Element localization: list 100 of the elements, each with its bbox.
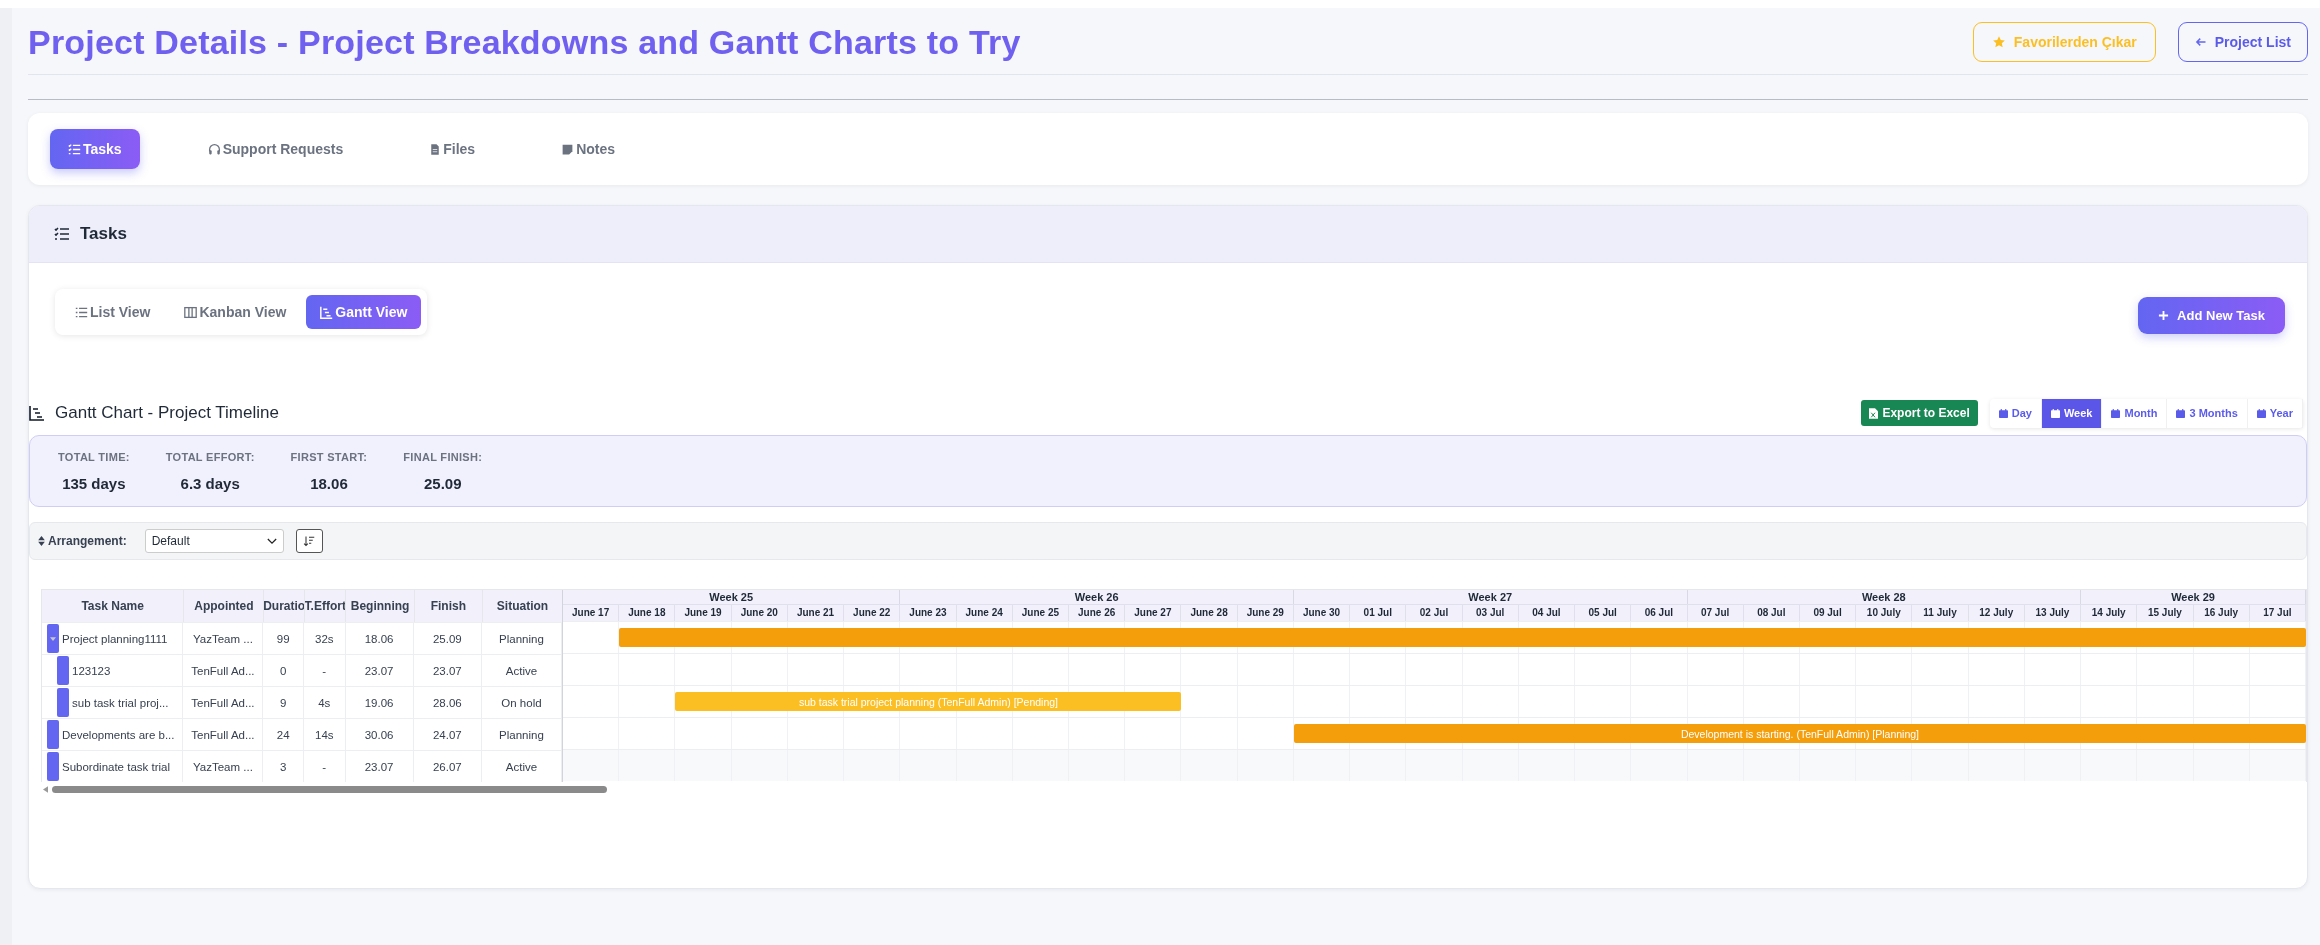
view-tab[interactable]: List View [61, 295, 165, 329]
day-header: June 17 [563, 605, 620, 621]
stat-label: FIRST START: [290, 450, 368, 463]
sort-arrows-icon [38, 536, 45, 546]
scale-tab[interactable]: Day [1989, 398, 2042, 428]
day-header: 15 July [2137, 605, 2194, 621]
plus-icon [2158, 310, 2170, 321]
drag-handle[interactable] [47, 624, 59, 653]
view-tab[interactable]: Kanban View [170, 295, 301, 329]
day-header: 14 July [2081, 605, 2138, 621]
sort-button[interactable] [295, 529, 323, 553]
drag-handle[interactable] [47, 752, 59, 781]
task-name: 123123 [72, 664, 111, 677]
day-header: 12 July [1968, 605, 2025, 621]
day-header: June 24 [956, 605, 1013, 621]
stat-value: 135 days [62, 474, 126, 492]
spreadsheet-file-icon [1869, 407, 1879, 419]
stat-value: 25.09 [424, 474, 462, 492]
back-button[interactable]: Project List [2177, 22, 2308, 62]
column-header: Task Name [42, 590, 185, 622]
day-header: 06 Jul [1631, 605, 1688, 621]
checklist-icon [54, 226, 70, 242]
day-header: June 25 [1012, 605, 1070, 621]
table-cell: 24 [263, 719, 304, 750]
chart-icon [29, 405, 45, 421]
day-header: June 29 [1237, 605, 1294, 621]
column-header: T.Effort [304, 590, 347, 622]
task-name: sub task trial proj... [72, 696, 169, 709]
drag-handle[interactable] [57, 656, 69, 685]
column-header: Beginning [346, 590, 415, 622]
day-header: 03 Jul [1462, 605, 1519, 621]
list-icon [75, 305, 88, 319]
calendar-icon [2111, 408, 2121, 418]
page-title: Project Details - Project Breakdowns and Gantt Charts to Try [28, 22, 1021, 62]
day-header: June 21 [787, 605, 845, 621]
arrow-left-icon [2194, 36, 2207, 48]
table-cell: 24.07 [413, 719, 482, 750]
day-header: 08 Jul [1743, 605, 1800, 621]
scale-tab[interactable]: Year [2247, 398, 2303, 428]
scroll-left-icon[interactable] [43, 785, 48, 793]
day-header: June 30 [1293, 605, 1351, 621]
chevron-down-icon [266, 537, 277, 545]
task-name: Subordinate task trial [62, 760, 171, 773]
table-cell: 30.06 [345, 719, 414, 750]
day-header: June 18 [619, 605, 676, 621]
day-header: June 28 [1181, 605, 1238, 621]
day-header: 09 Jul [1799, 605, 1857, 621]
day-header: June 23 [900, 605, 957, 621]
scale-tab[interactable]: Month [2102, 398, 2168, 428]
chart-icon [320, 305, 334, 319]
task-bar[interactable] [619, 628, 2306, 647]
column-header: Situation [495, 598, 550, 615]
column-header: Duratio [264, 590, 305, 622]
column-header: Finish [414, 590, 483, 622]
table-cell: Active [481, 655, 562, 686]
task-name: Developments are b... [62, 728, 175, 741]
table-cell: On hold [481, 687, 562, 718]
table-cell: 28.06 [413, 687, 482, 718]
table-cell: YazTeam ... [183, 623, 264, 654]
tab[interactable]: Support Requests [189, 129, 362, 169]
note-icon [561, 142, 575, 156]
table-cell: 25.09 [413, 623, 482, 654]
panel-title: Tasks [80, 224, 127, 244]
table-cell: 18.06 [345, 623, 414, 654]
calendar-icon [2176, 408, 2186, 418]
add-task-button[interactable]: Add New Task [2138, 297, 2285, 334]
table-cell: 32s [304, 623, 346, 654]
scale-tab[interactable]: Week [2041, 398, 2103, 428]
table-cell: 26.07 [413, 751, 482, 782]
table-cell: 23.07 [345, 655, 414, 686]
tab[interactable]: Tasks [50, 129, 140, 169]
checklist-icon [68, 142, 81, 156]
star-icon [1991, 35, 2006, 49]
day-header: June 20 [731, 605, 788, 621]
day-header: 11 July [1912, 605, 1969, 621]
view-tab[interactable]: Gantt View [306, 295, 422, 329]
table-cell: 9 [263, 687, 304, 718]
export-button[interactable]: Export to Excel [1861, 400, 1978, 426]
drag-handle[interactable] [47, 720, 59, 749]
tab[interactable]: Notes [543, 129, 634, 169]
stat-label: TOTAL TIME: [58, 450, 130, 463]
table-cell: TenFull Ad... [183, 655, 264, 686]
table-cell: - [304, 655, 346, 686]
stat-value: 18.06 [310, 474, 348, 492]
day-header: 13 July [2024, 605, 2082, 621]
table-cell: 14s [304, 719, 346, 750]
scrollbar-thumb[interactable] [52, 785, 607, 793]
stat-label: FINAL FINISH: [403, 450, 483, 463]
table-cell: YazTeam ... [183, 751, 264, 782]
arrangement-select[interactable]: Default [144, 529, 284, 553]
calendar-icon [2256, 408, 2266, 418]
gantt-title: Gantt Chart - Project Timeline [55, 403, 279, 423]
table-cell: 23.07 [413, 655, 482, 686]
column-header: Appointed [184, 590, 265, 622]
scale-tab[interactable]: 3 Months [2167, 398, 2248, 428]
day-header: June 19 [675, 605, 732, 621]
tab[interactable]: Files [411, 129, 494, 169]
stat-value: 6.3 days [180, 474, 240, 492]
day-header: 16 July [2193, 605, 2250, 621]
drag-handle[interactable] [57, 688, 69, 717]
